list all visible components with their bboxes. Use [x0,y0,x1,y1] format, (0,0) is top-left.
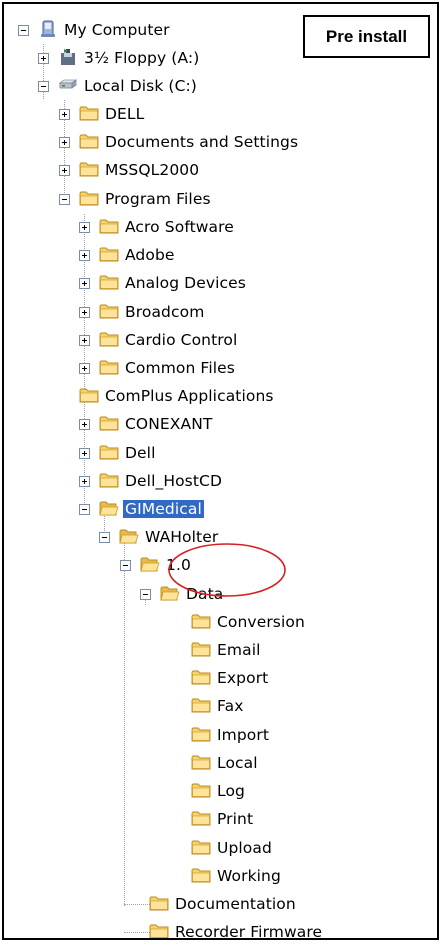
folder-tree: My Computer 3½ Floppy (A:) Local Disk (C:)… [4,4,437,938]
folder-icon [191,753,211,771]
expand-plus-icon[interactable] [79,222,90,233]
pre-install-label: Pre install [325,26,408,46]
expand-plus-icon[interactable] [79,307,90,318]
tree-item-label: GIMedical [123,500,204,518]
tree-item-label: Import [217,726,270,744]
expand-plus-icon[interactable] [79,419,90,430]
tree-item-label: DELL [105,105,145,123]
tree-item-label: Fax [217,697,244,715]
collapse-minus-icon[interactable] [79,504,90,515]
tree-item-label: Dell [125,444,156,462]
folder-open-icon [140,555,160,573]
tree-connector-line [124,537,125,906]
tree-item-label: MSSQL2000 [105,161,200,179]
floppy-icon [58,48,78,66]
tree-item-label: Print [217,810,254,828]
folder-icon [191,696,211,714]
folder-open-icon [119,527,139,545]
folder-icon [149,894,169,912]
tree-item-label: Working [217,867,281,885]
tree-item-label: Program Files [105,190,211,208]
folder-open-icon [99,499,119,517]
tree-item-label: Local Disk (C:) [84,77,197,95]
highlight-ellipse [168,543,286,597]
tree-item-label: Analog Devices [125,274,246,292]
pre-install-label-box: Pre install [303,15,430,58]
collapse-minus-icon[interactable] [59,194,70,205]
tree-item-label: Common Files [125,359,235,377]
folder-icon [191,838,211,856]
expand-plus-icon[interactable] [79,250,90,261]
tree-item-label: Export [217,669,269,687]
tree-item-label: Dell_HostCD [125,472,222,490]
folder-icon [99,245,119,263]
tree-item-label: Upload [217,839,272,857]
expand-plus-icon[interactable] [59,109,70,120]
folder-icon [191,612,211,630]
tree-item-label: Email [217,641,261,659]
expand-plus-icon[interactable] [38,53,49,64]
tree-item-label: ComPlus Applications [105,387,274,405]
folder-icon [99,217,119,235]
explorer-folder-tree-panel: My Computer 3½ Floppy (A:) Local Disk (C:)… [2,2,439,940]
expand-plus-icon[interactable] [79,278,90,289]
collapse-minus-icon[interactable] [140,589,151,600]
tree-item-label: Cardio Control [125,331,238,349]
folder-icon [149,922,169,938]
tree-item-label: Documents and Settings [105,133,299,151]
folder-icon [79,132,99,150]
expand-plus-icon[interactable] [79,335,90,346]
tree-item-label: Documentation [175,895,296,913]
folder-icon [191,781,211,799]
tree-item-label: Conversion [217,613,305,631]
folder-icon [79,189,99,207]
tree-item-label: Broadcom [125,303,205,321]
expand-plus-icon[interactable] [59,137,70,148]
drive-icon [58,76,78,94]
expand-plus-icon[interactable] [79,476,90,487]
collapse-minus-icon[interactable] [18,25,29,36]
expand-plus-icon[interactable] [79,363,90,374]
tree-item-label: My Computer [64,21,170,39]
folder-icon [99,273,119,291]
folder-icon [99,302,119,320]
tree-item-label: Acro Software [125,218,234,236]
folder-icon [191,725,211,743]
tree-item-label: 3½ Floppy (A:) [84,49,200,67]
tree-item-label: Log [217,782,245,800]
folder-icon [191,809,211,827]
expand-plus-icon[interactable] [79,448,90,459]
folder-icon [191,668,211,686]
folder-icon [99,358,119,376]
tree-item-label: Recorder Firmware [175,923,323,940]
tree-item-label: Adobe [125,246,175,264]
tree-item-label: CONEXANT [125,415,213,433]
folder-icon [99,471,119,489]
folder-icon [79,160,99,178]
expand-plus-icon[interactable] [59,165,70,176]
collapse-minus-icon[interactable] [38,81,49,92]
folder-icon [79,386,99,404]
collapse-minus-icon[interactable] [120,560,131,571]
folder-icon [191,640,211,658]
folder-icon [99,414,119,432]
folder-icon [79,104,99,122]
computer-icon [38,20,58,38]
tree-item-label: Local [217,754,258,772]
folder-icon [99,330,119,348]
folder-icon [99,443,119,461]
folder-icon [191,866,211,884]
collapse-minus-icon[interactable] [99,532,110,543]
